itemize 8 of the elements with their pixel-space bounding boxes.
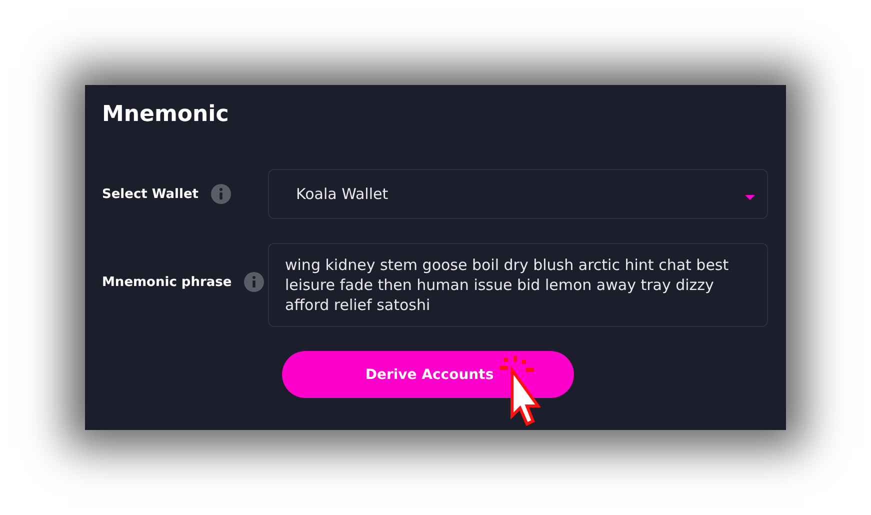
field-label: Mnemonic phrase: [102, 274, 232, 290]
caret-icon: [745, 194, 755, 200]
panel-title: Mnemonic: [102, 101, 230, 129]
info-icon[interactable]: [210, 184, 230, 204]
info-icon[interactable]: [244, 272, 264, 292]
mnemonic-field[interactable]: wing kidney stem goose boil dry blush arctic hint chat best leisure fade then human issue bid lemon away tray dizzy afford relief satoshi: [268, 243, 768, 327]
wallet-select[interactable]: Koala Wallet: [268, 169, 768, 219]
field-label: Select Wallet: [102, 186, 198, 202]
